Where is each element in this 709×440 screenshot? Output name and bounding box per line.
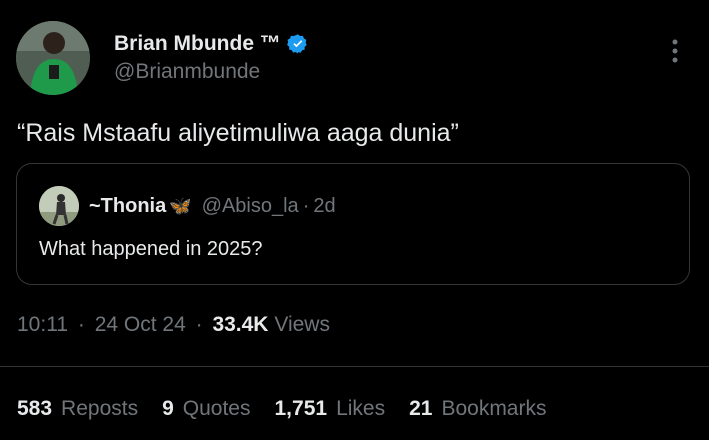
views-label: Views bbox=[274, 313, 330, 336]
more-vertical-icon[interactable] bbox=[666, 38, 684, 64]
stat-label: Likes bbox=[336, 397, 386, 420]
author-name-row: Brian Mbunde ™ bbox=[114, 32, 309, 56]
separator-dot: · bbox=[195, 313, 203, 336]
verified-badge-icon bbox=[286, 34, 307, 54]
stat-count: 1,751 bbox=[274, 397, 328, 420]
stat-count: 21 bbox=[409, 397, 433, 420]
stat-count: 583 bbox=[17, 397, 53, 420]
tweet-meta: 10:11 · 24 Oct 24 · 33.4K Views bbox=[17, 313, 330, 337]
quote-handle[interactable]: @Abiso_la bbox=[202, 195, 299, 218]
engagement-stats: 583 Reposts 9 Quotes 1,751 Likes 21 Book… bbox=[17, 397, 546, 421]
quote-text: What happened in 2025? bbox=[39, 238, 263, 260]
stat-quotes[interactable]: 9 Quotes bbox=[162, 397, 250, 421]
quote-author-avatar[interactable] bbox=[39, 186, 79, 226]
author-avatar[interactable] bbox=[16, 21, 90, 95]
views-count: 33.4K bbox=[212, 313, 269, 336]
quote-timestamp[interactable]: 2d bbox=[313, 195, 335, 218]
stat-label: Quotes bbox=[182, 397, 251, 420]
quoted-tweet-card[interactable]: ~Thonia 🦋 @Abiso_la · 2d What happened i… bbox=[16, 163, 690, 285]
stat-reposts[interactable]: 583 Reposts bbox=[17, 397, 138, 421]
stat-bookmarks[interactable]: 21 Bookmarks bbox=[409, 397, 546, 421]
butterfly-icon: 🦋 bbox=[169, 196, 192, 216]
stat-likes[interactable]: 1,751 Likes bbox=[275, 397, 386, 421]
stat-label: Bookmarks bbox=[441, 397, 547, 420]
separator-dot: · bbox=[302, 195, 310, 217]
quote-header: ~Thonia 🦋 @Abiso_la · 2d bbox=[89, 195, 336, 218]
separator-dot: · bbox=[77, 313, 85, 336]
stat-label: Reposts bbox=[61, 397, 139, 420]
divider bbox=[0, 366, 709, 367]
author-handle[interactable]: @Brianmbunde bbox=[114, 60, 260, 84]
quote-display-name[interactable]: ~Thonia bbox=[89, 195, 166, 218]
stat-count: 9 bbox=[162, 397, 174, 420]
tweet-text: “Rais Mstaafu aliyetimuliwa aaga dunia” bbox=[17, 119, 459, 147]
author-display-name[interactable]: Brian Mbunde ™ bbox=[114, 32, 281, 56]
tweet-date[interactable]: 24 Oct 24 bbox=[95, 313, 186, 336]
tweet-time[interactable]: 10:11 bbox=[17, 313, 68, 336]
